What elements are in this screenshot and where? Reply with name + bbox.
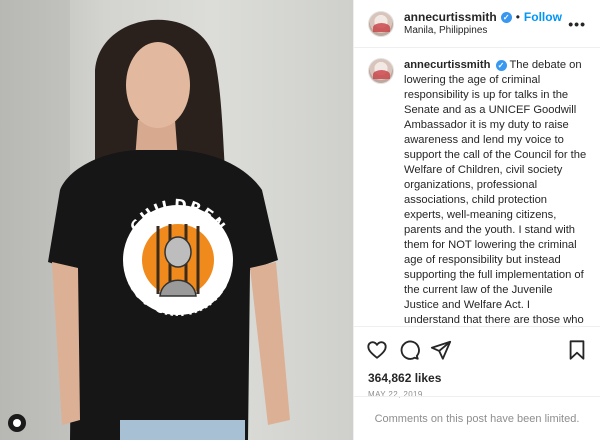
comments-limited-notice: Comments on this post have been limited. bbox=[354, 396, 600, 440]
caption-text: The debate on lowering the age of crimin… bbox=[404, 59, 587, 325]
user-tag-icon[interactable] bbox=[8, 414, 26, 432]
heart-icon[interactable] bbox=[366, 339, 388, 361]
verified-icon: ✓ bbox=[500, 11, 512, 23]
post-photo[interactable]: CHILDREN NOT CRIMINALS bbox=[0, 0, 353, 440]
location-link[interactable]: Manila, Philippines bbox=[404, 25, 566, 38]
separator-dot: • bbox=[515, 9, 520, 24]
photo-illustration: CHILDREN NOT CRIMINALS bbox=[0, 0, 290, 440]
header-text: annecurtissmith ✓ • Follow Manila, Phili… bbox=[404, 10, 566, 38]
avatar[interactable] bbox=[368, 10, 394, 37]
caption-verified-icon: ✓ bbox=[495, 60, 507, 71]
share-icon[interactable] bbox=[430, 339, 452, 361]
likes-count[interactable]: 364,862 likes bbox=[354, 363, 600, 385]
actions-area: 364,862 likes MAY 22, 2019 bbox=[354, 326, 600, 399]
caption: annecurtissmith ✓ The debate on lowering… bbox=[354, 48, 600, 325]
more-icon[interactable]: ••• bbox=[566, 16, 588, 32]
comment-icon[interactable] bbox=[398, 339, 420, 361]
username-link[interactable]: annecurtissmith bbox=[404, 10, 497, 25]
caption-username[interactable]: annecurtissmith bbox=[404, 59, 490, 71]
post-header: annecurtissmith ✓ • Follow Manila, Phili… bbox=[354, 0, 600, 48]
header-top-row: annecurtissmith ✓ • Follow bbox=[404, 10, 566, 25]
post-side-panel: annecurtissmith ✓ • Follow Manila, Phili… bbox=[353, 0, 600, 440]
caption-avatar[interactable] bbox=[368, 58, 394, 84]
caption-body: annecurtissmith ✓ The debate on lowering… bbox=[404, 58, 588, 325]
action-bar bbox=[354, 327, 600, 363]
follow-button[interactable]: Follow bbox=[524, 10, 562, 25]
bookmark-icon[interactable] bbox=[566, 339, 588, 361]
